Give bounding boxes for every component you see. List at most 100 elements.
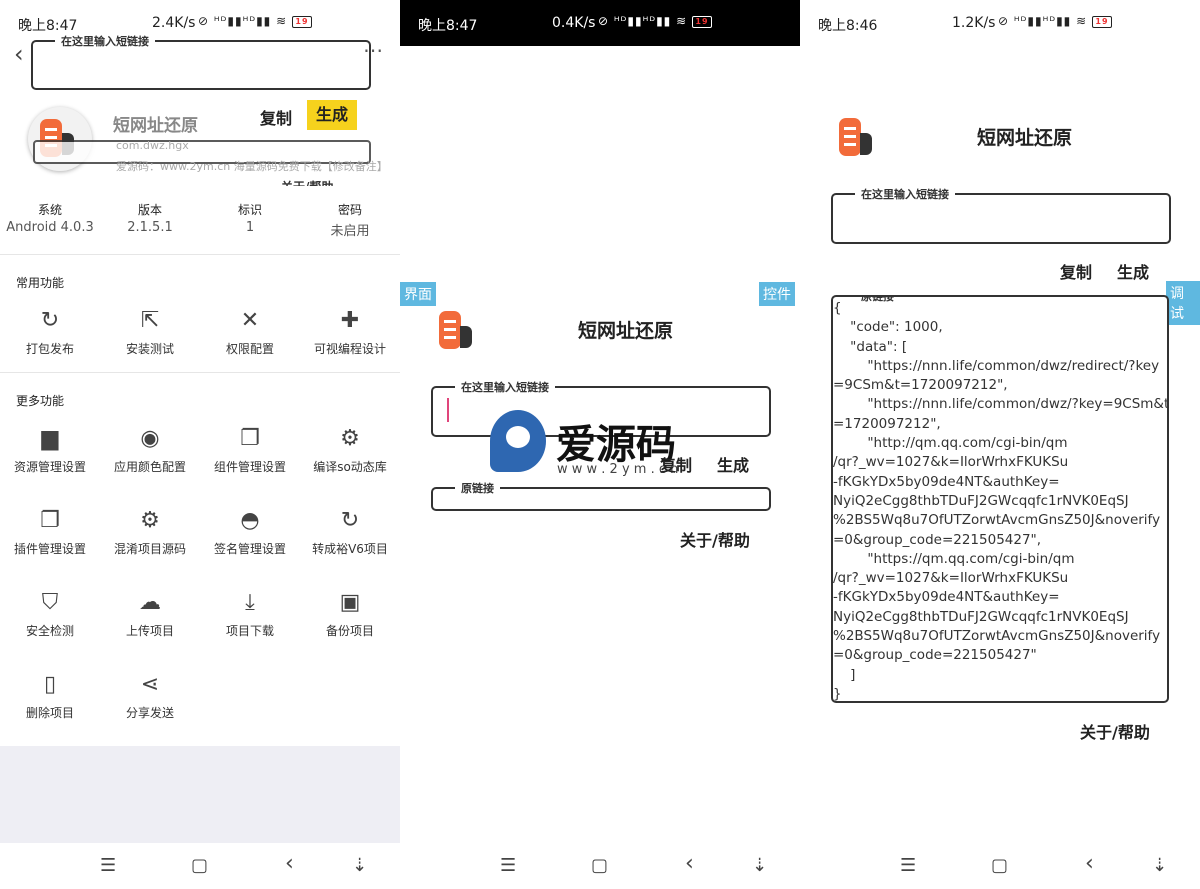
nav-extra-icon[interactable]: ⇣ <box>1152 855 1167 876</box>
about-help-button[interactable]: 关于/帮助 <box>1080 719 1150 743</box>
panel-project-editor: 晚上8:47 2.4K/s ⊘ ᴴᴰ▮▮ᴴᴰ▮▮ ≋ 19 ‹ 在这里输入短链接… <box>0 0 400 889</box>
app-name: 短网址还原 <box>113 116 198 136</box>
back-icon[interactable]: ‹ <box>1085 851 1094 876</box>
page-title: 短网址还原 <box>977 127 1073 149</box>
original-link-output[interactable]: 原链接 <box>431 480 771 511</box>
original-link-output[interactable]: 原链接 { "code": 1000, "data": [ "https://n… <box>831 295 1169 703</box>
source-note: 爱源码：www.2ym.cn 海量源码免费下载【修改备注】 <box>116 160 388 173</box>
generate-button[interactable]: 生成 <box>307 100 357 130</box>
info-label-version: 版本 <box>137 203 162 217</box>
result-line: =9CSm&t=1720097212", <box>833 377 1008 394</box>
result-line: /qr?_wv=1027&k=IlorWrhxFKUKSu <box>833 570 1069 587</box>
more-menu-icon[interactable]: ⋯ <box>363 38 383 62</box>
result-line: NyiQ2eCgg8thbTDuFJ2GWcqqfc1rNVK0EqSJ <box>833 492 1129 509</box>
result-line: -fKGkYDx5by09de4NT&authKey= <box>833 473 1060 490</box>
app-logo-icon-b <box>860 133 872 155</box>
system-nav-bar: ☰ ▢ ‹ ⇣ <box>800 843 1200 889</box>
home-icon[interactable]: ▢ <box>991 855 1008 876</box>
package-name: com.dwz.hgx <box>116 139 189 152</box>
text-cursor <box>447 398 449 422</box>
info-label-system: 系统 <box>37 203 62 217</box>
nav-extra-icon[interactable]: ⇣ <box>352 855 367 876</box>
menu-icon[interactable]: ☰ <box>100 855 116 876</box>
divider <box>0 254 400 255</box>
tools-icon: ✕ <box>240 308 260 333</box>
menu-icon[interactable]: ☰ <box>500 855 516 876</box>
result-line: "https://nnn.life/common/dwz/redirect/?k… <box>833 357 1160 374</box>
layers-icon: ❐ <box>40 508 60 533</box>
result-json-text: { "code": 1000, "data": [ "https://nnn.l… <box>833 299 1167 701</box>
input-label: 在这里输入短链接 <box>55 33 155 49</box>
back-arrow-icon[interactable]: ‹ <box>14 40 24 68</box>
menu-item-components[interactable]: ❐ 组件管理设置 <box>200 424 300 475</box>
back-icon[interactable]: ‹ <box>285 851 294 876</box>
info-value-version: 2.1.5.1 <box>127 220 173 235</box>
menu-item-backup[interactable]: ▣ 备份项目 <box>300 588 400 639</box>
status-signal-icon: ⊘ ᴴᴰ▮▮ᴴᴰ▮▮ ≋ 19 <box>998 14 1112 28</box>
status-speed: 0.4K/s <box>552 15 596 31</box>
panel-layout-designer: 晚上8:47 0.4K/s ⊘ ᴴᴰ▮▮ᴴᴰ▮▮ ≋ 19 界面 控件 短网址还… <box>400 0 800 889</box>
status-speed: 2.4K/s <box>152 15 196 31</box>
menu-item-security-check[interactable]: ⛉ 安全检测 <box>0 588 100 639</box>
menu-item-plugins[interactable]: ❐ 插件管理设置 <box>0 506 100 557</box>
short-link-input[interactable]: 在这里输入短链接 <box>31 33 371 90</box>
menu-item-obfuscate[interactable]: ⚙ 混淆项目源码 <box>100 506 200 557</box>
short-link-input[interactable]: 在这里输入短链接 <box>831 186 1171 244</box>
generate-button[interactable]: 生成 <box>717 452 749 476</box>
result-line: %2BS5Wq8u7OfUTZorwtAvcmGnsZ50J&noverify <box>833 628 1161 645</box>
menu-item-upload[interactable]: ☁ 上传项目 <box>100 588 200 639</box>
input-label: 在这里输入短链接 <box>855 186 955 202</box>
status-speed: 1.2K/s <box>952 15 996 31</box>
tab-widgets[interactable]: 控件 <box>759 282 795 306</box>
menu-item-compile-so[interactable]: ⚙ 编译so动态库 <box>300 424 400 475</box>
gears-icon: ⚙ <box>340 426 360 451</box>
menu-item-permissions[interactable]: ✕ 权限配置 <box>200 306 300 357</box>
refresh-icon: ↻ <box>340 508 360 533</box>
system-nav-bar: ☰ ▢ ‹ ⇣ <box>400 843 800 889</box>
menu-item-install-test[interactable]: ⇱ 安装测试 <box>100 306 200 357</box>
battery-icon: 19 <box>291 15 312 28</box>
section-title-more: 更多功能 <box>16 394 65 408</box>
about-help-button[interactable]: 关于/帮助 <box>680 527 750 551</box>
menu-item-colors[interactable]: ◉ 应用颜色配置 <box>100 424 200 475</box>
palette-icon: ◉ <box>140 426 160 451</box>
result-line: ] <box>833 666 856 683</box>
back-icon[interactable]: ‹ <box>685 851 694 876</box>
menu-item-signing[interactable]: ◓ 签名管理设置 <box>200 506 300 557</box>
menu-item-resources[interactable]: ▆ 资源管理设置 <box>0 424 100 475</box>
generate-button[interactable]: 生成 <box>1117 259 1149 283</box>
gear-icon: ⚙ <box>140 508 160 533</box>
copy-button[interactable]: 复制 <box>260 105 292 129</box>
home-icon[interactable]: ▢ <box>591 855 608 876</box>
cloud-upload-icon: ☁ <box>139 590 161 615</box>
folder-icon: ▆ <box>41 426 59 451</box>
menu-item-convert-v6[interactable]: ↻ 转成裕V6项目 <box>300 506 400 557</box>
pack-icon: ↻ <box>40 308 60 333</box>
result-line: { <box>833 300 842 316</box>
download-icon: ⤓ <box>245 590 255 615</box>
result-line: "http://qm.qq.com/cgi-bin/qm <box>833 435 1068 452</box>
page-title: 短网址还原 <box>578 320 674 342</box>
menu-icon[interactable]: ☰ <box>900 855 916 876</box>
result-line: =0&group_code=221505427", <box>833 531 1042 548</box>
tab-ui[interactable]: 界面 <box>400 282 436 306</box>
copy-button[interactable]: 复制 <box>1060 259 1092 283</box>
app-logo-icon <box>439 311 461 349</box>
tab-debug[interactable]: 调试 <box>1166 281 1200 325</box>
bottom-blank-area <box>0 746 400 843</box>
nav-extra-icon[interactable]: ⇣ <box>752 855 767 876</box>
status-bar: 晚上8:47 0.4K/s ⊘ ᴴᴰ▮▮ᴴᴰ▮▮ ≋ 19 <box>400 0 800 46</box>
home-icon[interactable]: ▢ <box>191 855 208 876</box>
menu-item-share[interactable]: ⋖ 分享发送 <box>100 670 200 721</box>
result-line: "data": [ <box>833 338 908 355</box>
app-logo-icon <box>839 118 861 156</box>
menu-item-download[interactable]: ⤓ 项目下载 <box>200 588 300 639</box>
layers-icon: ❐ <box>240 426 260 451</box>
menu-item-pack-publish[interactable]: ↻ 打包发布 <box>0 306 100 357</box>
status-time: 晚上8:46 <box>818 18 878 34</box>
battery-icon: 19 <box>691 15 712 28</box>
battery-icon: 19 <box>1091 15 1112 28</box>
menu-item-delete[interactable]: ▯ 删除项目 <box>0 670 100 721</box>
menu-item-visual-design[interactable]: ✚ 可视编程设计 <box>300 306 400 357</box>
copy-button[interactable]: 复制 <box>660 452 692 476</box>
